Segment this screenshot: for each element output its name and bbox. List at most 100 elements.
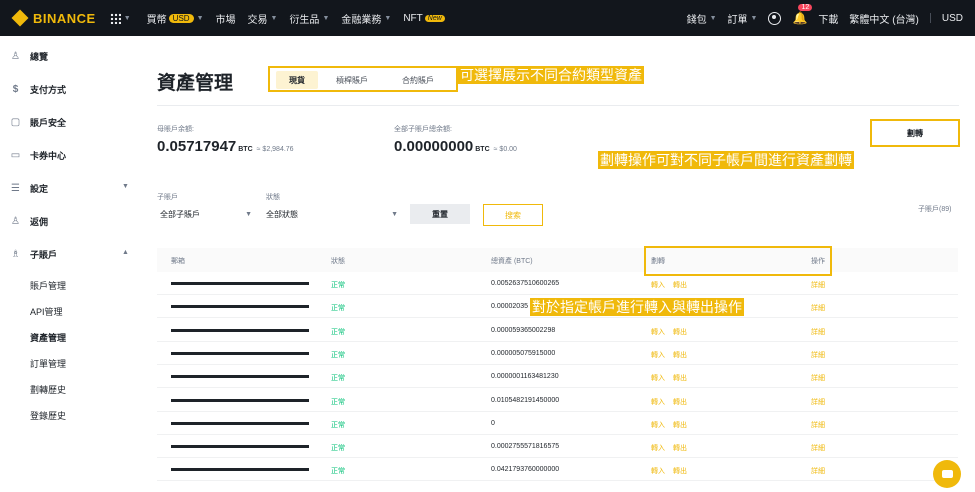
nav-derivatives[interactable]: 衍生品 ▼ — [289, 11, 329, 26]
sidebar-item-label: 支付方式 — [30, 85, 67, 95]
transfer-in-link[interactable]: 轉入 — [651, 327, 665, 337]
account-type-tabs: 現貨 槓桿賬戶 合約賬戶 — [268, 66, 458, 92]
new-badge: New — [424, 14, 445, 22]
row-status: 正常 — [331, 305, 345, 313]
nav-trade[interactable]: 交易 ▼ — [248, 11, 278, 26]
row-total-btc: 0.000059365002298 — [491, 326, 556, 334]
transfer-button[interactable]: 劃轉 — [870, 119, 960, 147]
chat-support-button[interactable] — [933, 460, 961, 488]
sidebar-item-subaccount[interactable]: ♗ 子賬戶 — [10, 248, 57, 261]
nav-wallet[interactable]: 錢包 ▼ — [687, 11, 717, 26]
sidebar-sub-api-management[interactable]: API管理 — [30, 305, 63, 318]
nav-orders[interactable]: 訂單 ▼ — [728, 11, 758, 26]
transfer-out-link[interactable]: 轉出 — [673, 443, 687, 453]
detail-link[interactable]: 詳細 — [811, 397, 825, 407]
subaccounts-balance-unit: BTC — [475, 146, 490, 153]
tab-spot[interactable]: 現貨 — [276, 71, 318, 89]
detail-link[interactable]: 詳細 — [811, 303, 825, 313]
nav-label: 金融業務 — [341, 14, 382, 26]
detail-link[interactable]: 詳細 — [811, 327, 825, 337]
nav-download[interactable]: 下載 — [818, 11, 838, 26]
redacted-email — [171, 328, 309, 332]
row-status: 正常 — [331, 328, 345, 336]
row-total-btc: 0.00002035 — [491, 303, 528, 311]
nav-label: 錢包 — [686, 14, 707, 26]
detail-link[interactable]: 詳細 — [811, 443, 825, 453]
status-select[interactable]: 全部狀態 ▼ — [266, 204, 402, 224]
sidebar-item-overview[interactable]: ♙ 總覽 — [10, 50, 48, 63]
transfer-in-link[interactable]: 轉入 — [651, 280, 665, 290]
top-navigation-bar: BINANCE ▼ 買幣 USD ▼ 市場 交易 ▼ 衍生品 ▼ 金融業務 ▼ … — [0, 0, 975, 36]
detail-link[interactable]: 詳細 — [811, 350, 825, 360]
transfer-in-link[interactable]: 轉入 — [651, 397, 665, 407]
sidebar-sub-login-history[interactable]: 登錄歷史 — [30, 409, 66, 422]
nav-buy-crypto[interactable]: 買幣 USD ▼ — [147, 11, 204, 26]
master-balance-label: 母賬戶余額: — [157, 126, 194, 133]
sidebar-sub-order-management[interactable]: 訂單管理 — [30, 357, 66, 370]
apps-grid-icon[interactable] — [109, 12, 121, 24]
transfer-out-link[interactable]: 轉出 — [673, 280, 687, 290]
header-total: 總資產 (BTC) — [491, 258, 533, 265]
row-status: 正常 — [331, 282, 345, 289]
nav-finance[interactable]: 金融業務 ▼ — [341, 11, 391, 26]
ticket-icon: ▭ — [10, 150, 21, 161]
language-selector[interactable]: 繁體中文 (台灣) — [849, 11, 918, 26]
transfer-out-link[interactable]: 轉出 — [673, 397, 687, 407]
row-total-btc: 0.000005075915000 — [491, 349, 556, 357]
redacted-email — [171, 398, 309, 402]
table-row: 正常 0.0000001163481230 轉入 轉出 詳細 — [157, 365, 958, 389]
row-status: 正常 — [331, 421, 345, 429]
transfer-out-link[interactable]: 轉出 — [673, 373, 687, 383]
user-account-icon[interactable] — [768, 11, 782, 25]
nav-nft[interactable]: NFT New — [403, 13, 445, 24]
detail-link[interactable]: 詳細 — [811, 466, 825, 476]
binance-logo[interactable]: BINANCE — [11, 9, 96, 27]
transfer-out-link[interactable]: 轉出 — [673, 466, 687, 476]
redacted-email — [171, 445, 309, 449]
tab-futures[interactable]: 合約賬戶 — [388, 71, 448, 89]
subaccount-count: 子賬戶(89) — [918, 206, 952, 213]
nav-label: 衍生品 — [289, 14, 320, 26]
detail-link[interactable]: 詳細 — [811, 280, 825, 290]
annotation-ops: 對於指定帳戶進行轉入與轉出操作 — [530, 298, 744, 316]
chevron-up-icon: ▲ — [122, 249, 129, 256]
sidebar-sub-account-management[interactable]: 賬戶管理 — [30, 279, 66, 292]
detail-link[interactable]: 詳細 — [811, 420, 825, 430]
table-row: 正常 0.0002755571816575 轉入 轉出 詳細 — [157, 435, 958, 459]
transfer-in-link[interactable]: 轉入 — [651, 443, 665, 453]
table-header: 郵箱 狀態 總資產 (BTC) 劃轉 操作 — [157, 248, 958, 272]
transfer-in-link[interactable]: 轉入 — [651, 350, 665, 360]
main-content: 資產管理 現貨 槓桿賬戶 合約賬戶 可選擇展示不同合約類型資產 母賬戶余額: 0… — [140, 36, 975, 492]
detail-link[interactable]: 詳細 — [811, 373, 825, 383]
transfer-out-link[interactable]: 轉出 — [673, 420, 687, 430]
transfer-out-link[interactable]: 轉出 — [673, 350, 687, 360]
subaccounts-balance-usd: ≈ $0.00 — [493, 146, 517, 153]
row-status: 正常 — [331, 445, 345, 453]
sidebar-item-payment[interactable]: $ 支付方式 — [10, 83, 66, 96]
master-balance-usd: ≈ $2,984.76 — [256, 146, 294, 153]
nav-label: 市場 — [215, 14, 236, 26]
sidebar-item-settings[interactable]: ☰ 設定 — [10, 182, 48, 195]
sidebar-item-vouchers[interactable]: ▭ 卡券中心 — [10, 149, 66, 162]
currency-selector[interactable]: USD — [942, 13, 963, 24]
reset-button[interactable]: 重置 — [410, 204, 470, 224]
sidebar-sub-asset-management[interactable]: 資產管理 — [30, 331, 66, 344]
subaccount-select[interactable]: 全部子賬戶 ▼ — [160, 204, 256, 224]
transfer-in-link[interactable]: 轉入 — [651, 466, 665, 476]
sidebar-item-security[interactable]: ▢ 賬戶安全 — [10, 116, 66, 129]
main-nav: 買幣 USD ▼ 市場 交易 ▼ 衍生品 ▼ 金融業務 ▼ NFT New — [147, 11, 445, 26]
notifications-bell-icon[interactable]: 🔔 12 — [792, 4, 813, 25]
chevron-down-icon: ▼ — [709, 14, 717, 22]
currency-badge: USD — [168, 13, 194, 23]
table-row: 正常 0.0052637510600265 轉入 轉出 詳細 — [157, 272, 958, 295]
tab-margin[interactable]: 槓桿賬戶 — [324, 71, 380, 89]
transfer-out-link[interactable]: 轉出 — [673, 327, 687, 337]
subaccounts-balance: 0.00000000 BTC ≈ $0.00 — [394, 138, 517, 155]
sidebar-sub-transfer-history[interactable]: 劃轉歷史 — [30, 383, 66, 396]
sidebar-item-referral[interactable]: ♙ 返佣 — [10, 215, 48, 228]
transfer-in-link[interactable]: 轉入 — [651, 373, 665, 383]
nav-markets[interactable]: 市場 — [216, 11, 236, 26]
search-button[interactable]: 搜索 — [483, 204, 543, 226]
nav-label: 交易 — [247, 14, 268, 26]
transfer-in-link[interactable]: 轉入 — [651, 420, 665, 430]
